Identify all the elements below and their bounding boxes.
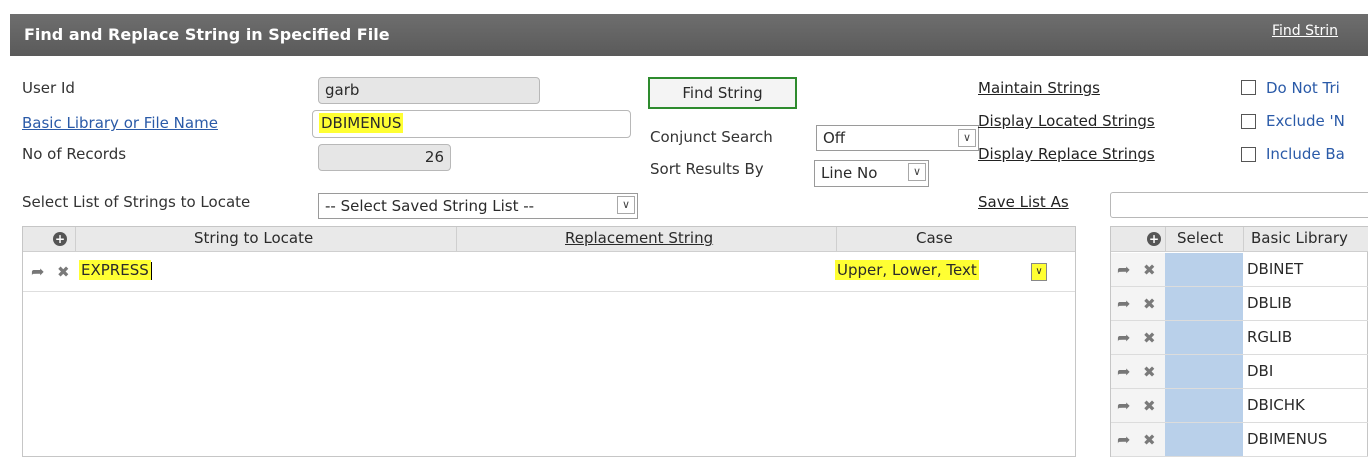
conjunct-search-value: Off bbox=[823, 129, 846, 147]
chevron-down-icon: ∨ bbox=[908, 163, 926, 181]
select-list-label: Select List of Strings to Locate bbox=[22, 193, 251, 211]
select-cell[interactable] bbox=[1165, 423, 1243, 456]
no-of-records-label: No of Records bbox=[22, 145, 127, 163]
display-located-strings-link[interactable]: Display Located Strings bbox=[978, 112, 1155, 130]
sort-results-label: Sort Results By bbox=[650, 160, 764, 178]
find-string-button[interactable]: Find String bbox=[648, 77, 797, 109]
do-not-trim-label: Do Not Tri bbox=[1266, 79, 1340, 97]
chevron-down-icon: ∨ bbox=[958, 129, 976, 147]
replacement-string-input[interactable] bbox=[459, 259, 833, 287]
table-row[interactable]: ➦ ✖ DBI bbox=[1111, 355, 1368, 389]
table-row[interactable]: ➦ ✖ DBLIB bbox=[1111, 287, 1368, 321]
library-grid-header: + Select Basic Library bbox=[1111, 227, 1368, 252]
library-grid: + Select Basic Library ➦ ✖ DBINET ➦ ✖ DBLI… bbox=[1110, 226, 1368, 457]
move-arrow-icon[interactable]: ➦ bbox=[1117, 294, 1130, 313]
move-arrow-icon[interactable]: ➦ bbox=[1117, 260, 1130, 279]
delete-x-icon[interactable]: ✖ bbox=[1143, 295, 1156, 313]
library-name: DBICHK bbox=[1247, 396, 1305, 414]
include-checkbox[interactable] bbox=[1241, 147, 1256, 162]
add-row-icon[interactable]: + bbox=[1147, 232, 1161, 246]
no-of-records-field: 26 bbox=[318, 144, 451, 171]
string-to-locate-input[interactable]: EXPRESS bbox=[79, 260, 152, 285]
library-name: DBLIB bbox=[1247, 294, 1292, 312]
library-name-value: DBIMENUS bbox=[319, 113, 404, 133]
user-id-field: garb bbox=[318, 77, 540, 104]
title-bar: Find and Replace String in Specified Fil… bbox=[10, 14, 1368, 56]
strings-grid: + String to Locate Replacement String Ca… bbox=[22, 226, 1076, 457]
move-arrow-icon[interactable]: ➦ bbox=[1117, 396, 1130, 415]
table-row[interactable]: ➦ ✖ RGLIB bbox=[1111, 321, 1368, 355]
strings-grid-header: + String to Locate Replacement String Ca… bbox=[23, 227, 1075, 252]
select-cell[interactable] bbox=[1165, 389, 1243, 422]
table-row[interactable]: ➦ ✖ DBICHK bbox=[1111, 389, 1368, 423]
chevron-down-icon: ∨ bbox=[1031, 263, 1047, 281]
do-not-trim-checkbox[interactable] bbox=[1241, 80, 1256, 95]
exclude-checkbox[interactable] bbox=[1241, 114, 1256, 129]
library-name: DBIMENUS bbox=[1247, 430, 1328, 448]
saved-string-list-value: -- Select Saved String List -- bbox=[325, 197, 535, 215]
saved-string-list-select[interactable]: -- Select Saved String List -- ∨ bbox=[318, 193, 638, 219]
column-select: Select bbox=[1177, 229, 1224, 247]
save-list-as-link[interactable]: Save List As bbox=[978, 193, 1069, 211]
select-cell[interactable] bbox=[1165, 287, 1243, 320]
sort-results-select[interactable]: Line No ∨ bbox=[814, 160, 929, 187]
select-cell[interactable] bbox=[1165, 321, 1243, 354]
table-row: ➦ ✖ EXPRESS Upper, Lower, Text ∨ bbox=[23, 255, 1075, 292]
column-basic-library: Basic Library bbox=[1251, 229, 1348, 247]
conjunct-search-label: Conjunct Search bbox=[650, 128, 773, 146]
move-arrow-icon[interactable]: ➦ bbox=[1117, 430, 1130, 449]
table-row[interactable]: ➦ ✖ DBIMENUS bbox=[1111, 423, 1368, 457]
library-name: DBI bbox=[1247, 362, 1274, 380]
case-value: Upper, Lower, Text bbox=[835, 260, 979, 280]
column-replacement-string[interactable]: Replacement String bbox=[565, 229, 713, 247]
library-name: DBINET bbox=[1247, 260, 1304, 278]
delete-x-icon[interactable]: ✖ bbox=[1143, 431, 1156, 449]
add-row-icon[interactable]: + bbox=[53, 232, 67, 246]
display-replace-strings-link[interactable]: Display Replace Strings bbox=[978, 145, 1155, 163]
select-cell[interactable] bbox=[1165, 253, 1243, 286]
basic-library-link[interactable]: Basic Library or File Name bbox=[22, 114, 218, 132]
library-name: RGLIB bbox=[1247, 328, 1293, 346]
library-name-input[interactable]: DBIMENUS bbox=[312, 110, 631, 138]
delete-x-icon[interactable]: ✖ bbox=[1143, 397, 1156, 415]
find-string-header-link[interactable]: Find Strin bbox=[1272, 23, 1338, 39]
case-select[interactable]: Upper, Lower, Text ∨ bbox=[835, 260, 1051, 285]
select-cell[interactable] bbox=[1165, 355, 1243, 388]
include-label: Include Ba bbox=[1266, 145, 1345, 163]
maintain-strings-link[interactable]: Maintain Strings bbox=[978, 79, 1100, 97]
move-arrow-icon[interactable]: ➦ bbox=[31, 262, 44, 281]
user-id-label: User Id bbox=[22, 79, 75, 97]
chevron-down-icon: ∨ bbox=[617, 196, 635, 214]
delete-x-icon[interactable]: ✖ bbox=[57, 263, 70, 281]
page-title: Find and Replace String in Specified Fil… bbox=[24, 25, 390, 44]
move-arrow-icon[interactable]: ➦ bbox=[1117, 328, 1130, 347]
column-case: Case bbox=[916, 229, 953, 247]
save-list-as-input[interactable] bbox=[1110, 192, 1368, 218]
delete-x-icon[interactable]: ✖ bbox=[1143, 329, 1156, 347]
conjunct-search-select[interactable]: Off ∨ bbox=[816, 125, 979, 151]
exclude-label: Exclude 'N bbox=[1266, 112, 1345, 130]
string-to-locate-value: EXPRESS bbox=[79, 260, 151, 280]
delete-x-icon[interactable]: ✖ bbox=[1143, 363, 1156, 381]
move-arrow-icon[interactable]: ➦ bbox=[1117, 362, 1130, 381]
delete-x-icon[interactable]: ✖ bbox=[1143, 261, 1156, 279]
sort-results-value: Line No bbox=[821, 164, 878, 182]
column-string-to-locate: String to Locate bbox=[194, 229, 314, 247]
table-row[interactable]: ➦ ✖ DBINET bbox=[1111, 253, 1368, 287]
